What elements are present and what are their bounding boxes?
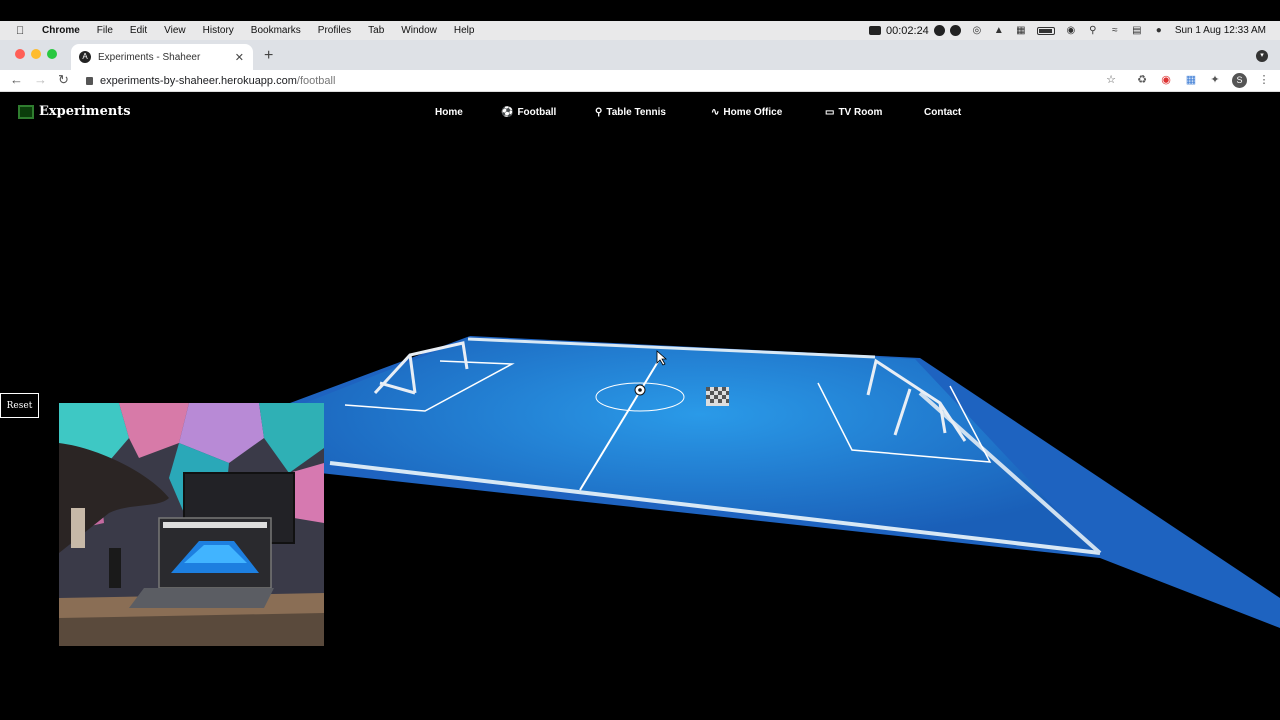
webcam-scene [59,403,324,646]
site-logo-text: Experiments [39,104,131,119]
forward-button-icon[interactable]: → [34,72,47,87]
search-icon[interactable]: ⚲ [1087,25,1099,36]
address-bar[interactable]: experiments-by-shaheer.herokuapp.com/foo… [86,71,335,90]
menu-view[interactable]: View [164,25,186,36]
home-office-icon: ∿ [711,107,720,118]
nav-contact[interactable]: Contact [924,107,961,118]
apple-icon[interactable]:  [16,25,26,37]
menu-bookmarks[interactable]: Bookmarks [251,25,301,36]
recycle-extension-icon[interactable]: ♻ [1135,73,1149,87]
nav-football[interactable]: ⚽ Football [501,107,556,118]
menubar-datetime[interactable]: Sun 1 Aug 12:33 AM [1175,25,1266,36]
screen-recorder[interactable]: 00:02:24 [868,24,961,37]
minimize-window-icon[interactable] [31,49,41,59]
menu-file[interactable]: File [97,25,113,36]
blue-extension-icon[interactable]: ▦ [1184,73,1198,87]
nav-tv-room-label: TV Room [838,107,883,118]
tab-title: Experiments - Shaheer [98,51,201,63]
monitor-logo-icon [18,104,34,119]
profile-avatar[interactable]: S [1232,73,1247,88]
url-domain: experiments-by-shaheer.herokuapp.com [100,74,297,87]
tab-search-icon[interactable]: ▾ [1256,50,1268,62]
menu-edit[interactable]: Edit [130,25,147,36]
bookmark-star-icon[interactable]: ☆ [1104,73,1118,87]
nav-home-office[interactable]: ∿ Home Office [711,107,782,118]
menu-history[interactable]: History [203,25,234,36]
webcam-overlay [59,403,324,646]
menu-help[interactable]: Help [454,25,475,36]
reset-button[interactable]: Reset [0,393,39,418]
menu-window[interactable]: Window [401,25,437,36]
video-camera-icon [868,26,881,35]
battery-icon[interactable] [1036,26,1055,35]
nav-table-tennis[interactable]: ⚲ Table Tennis [595,107,666,118]
browser-tab-active[interactable]: A Experiments - Shaheer ✕ [71,44,253,70]
chrome-menu-icon[interactable]: ⋮ [1257,73,1271,87]
site-logo[interactable]: Experiments [18,104,131,119]
recording-time: 00:02:24 [885,24,929,37]
tv-icon: ▭ [825,107,835,118]
macos-menubar:  Chrome File Edit View History Bookmark… [0,21,1280,40]
football-icon: ⚽ [501,107,514,118]
new-tab-button[interactable]: + [264,47,273,65]
reload-button-icon[interactable]: ↻ [58,72,69,88]
angular-favicon-icon: A [79,51,91,63]
ball-patch [638,388,642,392]
maximize-window-icon[interactable] [47,49,57,59]
nav-football-label: Football [517,107,557,118]
table-tennis-icon: ⚲ [595,107,603,118]
nav-contact-label: Contact [924,107,962,118]
menu-app-name[interactable]: Chrome [42,25,80,36]
menu-profiles[interactable]: Profiles [318,25,351,36]
menu-tab[interactable]: Tab [368,25,384,36]
nav-table-tennis-label: Table Tennis [606,107,666,118]
tab-close-icon[interactable]: ✕ [235,51,244,64]
keyboard-icon[interactable]: ▦ [1015,25,1027,36]
page-content: Experiments Home ⚽ Football ⚲ Table Tenn… [0,93,1280,720]
extensions-puzzle-icon[interactable]: ✦ [1208,73,1222,87]
pause-icon[interactable] [933,25,945,36]
vlc-icon[interactable]: ▲ [993,25,1005,36]
back-button-icon[interactable]: ← [10,72,23,87]
nav-home[interactable]: Home [435,107,463,118]
user-icon[interactable]: ◉ [1065,25,1077,36]
wifi-icon[interactable]: ≈ [1109,25,1121,36]
url-path: /football [296,74,336,87]
nav-home-label: Home [435,107,463,118]
red-extension-icon[interactable]: ◉ [1159,73,1173,87]
control-center-icon[interactable]: ▤ [1131,25,1143,36]
stop-icon[interactable] [949,25,961,36]
siri-icon[interactable]: ● [1153,25,1165,36]
lock-icon[interactable] [86,76,93,85]
nav-home-office-label: Home Office [723,107,783,118]
nav-tv-room[interactable]: ▭ TV Room [825,107,882,118]
menubar-status-area: 00:02:24 ◎ ▲ ▦ ◉ ⚲ ≈ ▤ ● Sun 1 Aug 12:33… [868,21,1266,40]
letterbox-top [0,0,1280,21]
creative-cloud-icon[interactable]: ◎ [971,25,983,36]
close-window-icon[interactable] [15,49,25,59]
